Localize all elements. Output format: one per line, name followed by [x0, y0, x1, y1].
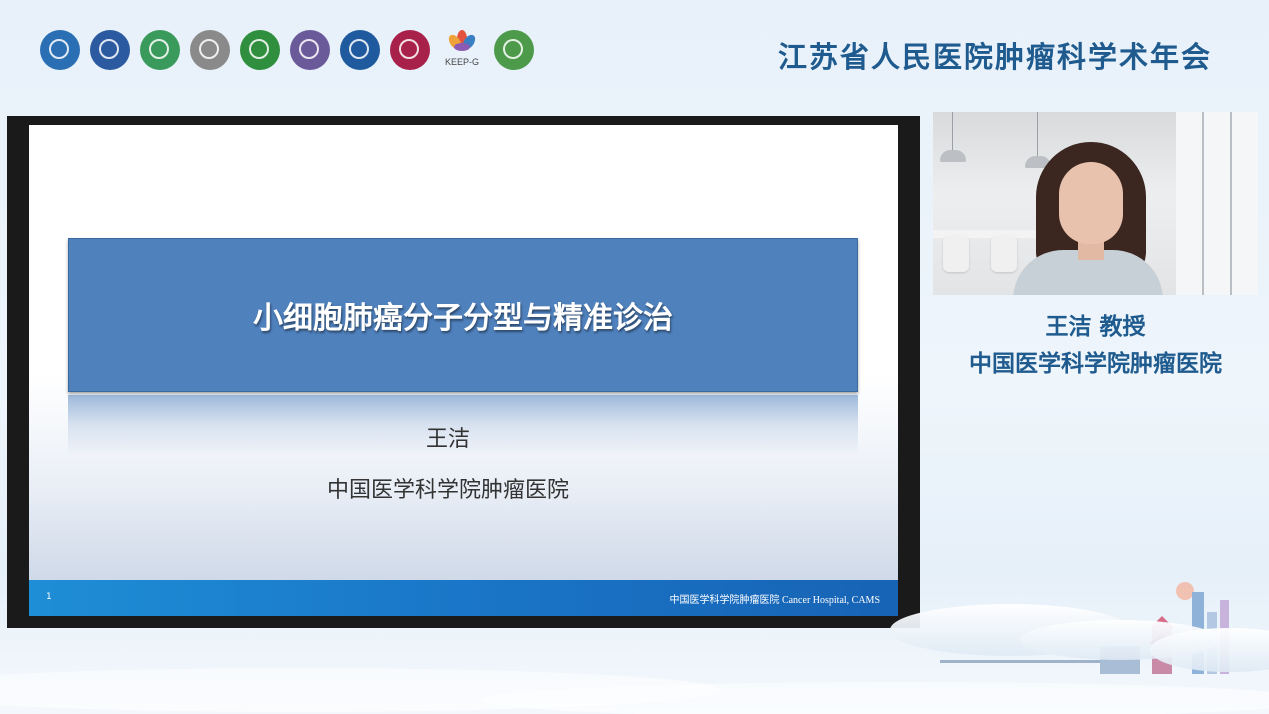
flower-icon	[448, 30, 476, 51]
conference-title: 江苏省人民医院肿瘤科学术年会	[777, 40, 1212, 74]
slide-title: 小细胞肺癌分子分型与精准诊治	[253, 301, 673, 336]
green-circle-logo-icon	[494, 30, 534, 70]
medical-cross-logo-icon	[140, 30, 180, 70]
chair	[991, 236, 1017, 272]
society-logo-2-icon	[90, 30, 130, 70]
purple-seal-logo-icon	[290, 30, 330, 70]
slide-footer-text: 中国医学科学院肿瘤医院 Cancer Hospital, CAMS	[669, 595, 880, 606]
lamp-wire	[1037, 112, 1038, 156]
slide-author: 王洁	[425, 427, 470, 452]
association-logo-icon	[190, 30, 230, 70]
red-seal-logo-icon	[390, 30, 430, 70]
lamp-wire	[952, 112, 953, 150]
slide-page-number: 1	[46, 592, 52, 602]
presentation-slide: 小细胞肺癌分子分型与精准诊治 王洁 中国医学科学院肿瘤医院 1 中国医学科学院肿…	[29, 125, 898, 616]
green-emblem-logo-icon	[240, 30, 280, 70]
speaker-face	[1059, 162, 1123, 244]
chair	[943, 236, 969, 272]
society-logo-1-icon	[40, 30, 80, 70]
keep-g-label: KEEP-G	[444, 57, 479, 67]
header-bar: KEEP-G 江苏省人民医院肿瘤科学术年会	[0, 0, 1269, 104]
speaker-institution: 中国医学科学院肿瘤医院	[969, 351, 1222, 377]
speaker-name: 王洁 教授	[1045, 314, 1146, 340]
keep-g-flower-logo-icon: KEEP-G	[440, 29, 484, 71]
speaker-video	[933, 112, 1258, 295]
pendant-lamp-icon	[940, 150, 966, 162]
blue-gear-logo-icon	[340, 30, 380, 70]
slide-title-box: 小细胞肺癌分子分型与精准诊治	[68, 238, 858, 392]
slide-footer: 1 中国医学科学院肿瘤医院 Cancer Hospital, CAMS	[29, 580, 898, 616]
sponsor-logos: KEEP-G	[40, 29, 534, 71]
window-panes	[1176, 112, 1258, 295]
slide-institution: 中国医学科学院肿瘤医院	[326, 478, 569, 503]
